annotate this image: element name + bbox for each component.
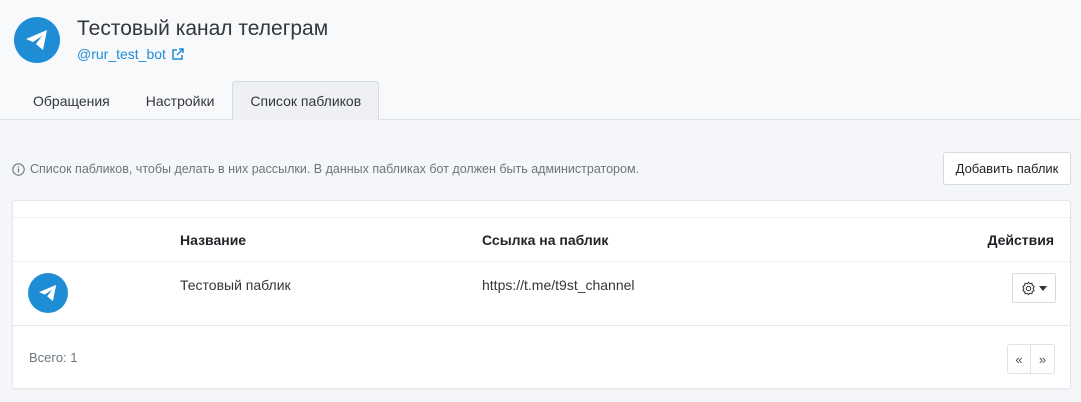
pagination: « » — [1007, 344, 1055, 374]
public-table-card: Название Ссылка на паблик Действия Тесто… — [12, 200, 1071, 389]
external-link-icon — [172, 47, 184, 60]
divider — [13, 325, 1070, 326]
public-name: Тестовый паблик — [180, 277, 291, 293]
prev-page-button[interactable]: « — [1007, 344, 1031, 374]
row-actions-dropdown[interactable] — [1012, 273, 1056, 303]
total-count: Всего: 1 — [29, 350, 78, 365]
bot-link[interactable]: @rur_test_bot — [77, 46, 184, 62]
public-link: https://t.me/t9st_channel — [482, 277, 635, 293]
column-header-name: Название — [180, 232, 247, 248]
tab-appeals[interactable]: Обращения — [15, 81, 128, 119]
column-header-link: Ссылка на паблик — [482, 232, 609, 248]
column-header-actions: Действия — [987, 232, 1054, 248]
next-page-button[interactable]: » — [1031, 344, 1055, 374]
channel-title: Тестовый канал телеграм — [77, 17, 329, 40]
telegram-logo-icon — [14, 17, 60, 63]
chevron-down-icon — [1039, 285, 1047, 291]
info-icon — [12, 162, 25, 176]
telegram-avatar-icon — [28, 273, 68, 313]
channel-header: Тестовый канал телеграм @rur_test_bot Об… — [0, 0, 1081, 120]
add-public-button[interactable]: Добавить паблик — [943, 152, 1071, 185]
info-text: Список пабликов, чтобы делать в них расс… — [30, 162, 640, 176]
bot-link-text: @rur_test_bot — [77, 46, 166, 62]
divider — [13, 261, 1070, 262]
info-note: Список пабликов, чтобы делать в них расс… — [12, 162, 639, 176]
gear-icon — [1022, 281, 1035, 295]
tab-public-list[interactable]: Список пабликов — [232, 81, 380, 120]
divider — [13, 217, 1070, 218]
tabs-bar: Обращения Настройки Список пабликов — [15, 81, 380, 120]
tab-settings[interactable]: Настройки — [128, 81, 233, 119]
